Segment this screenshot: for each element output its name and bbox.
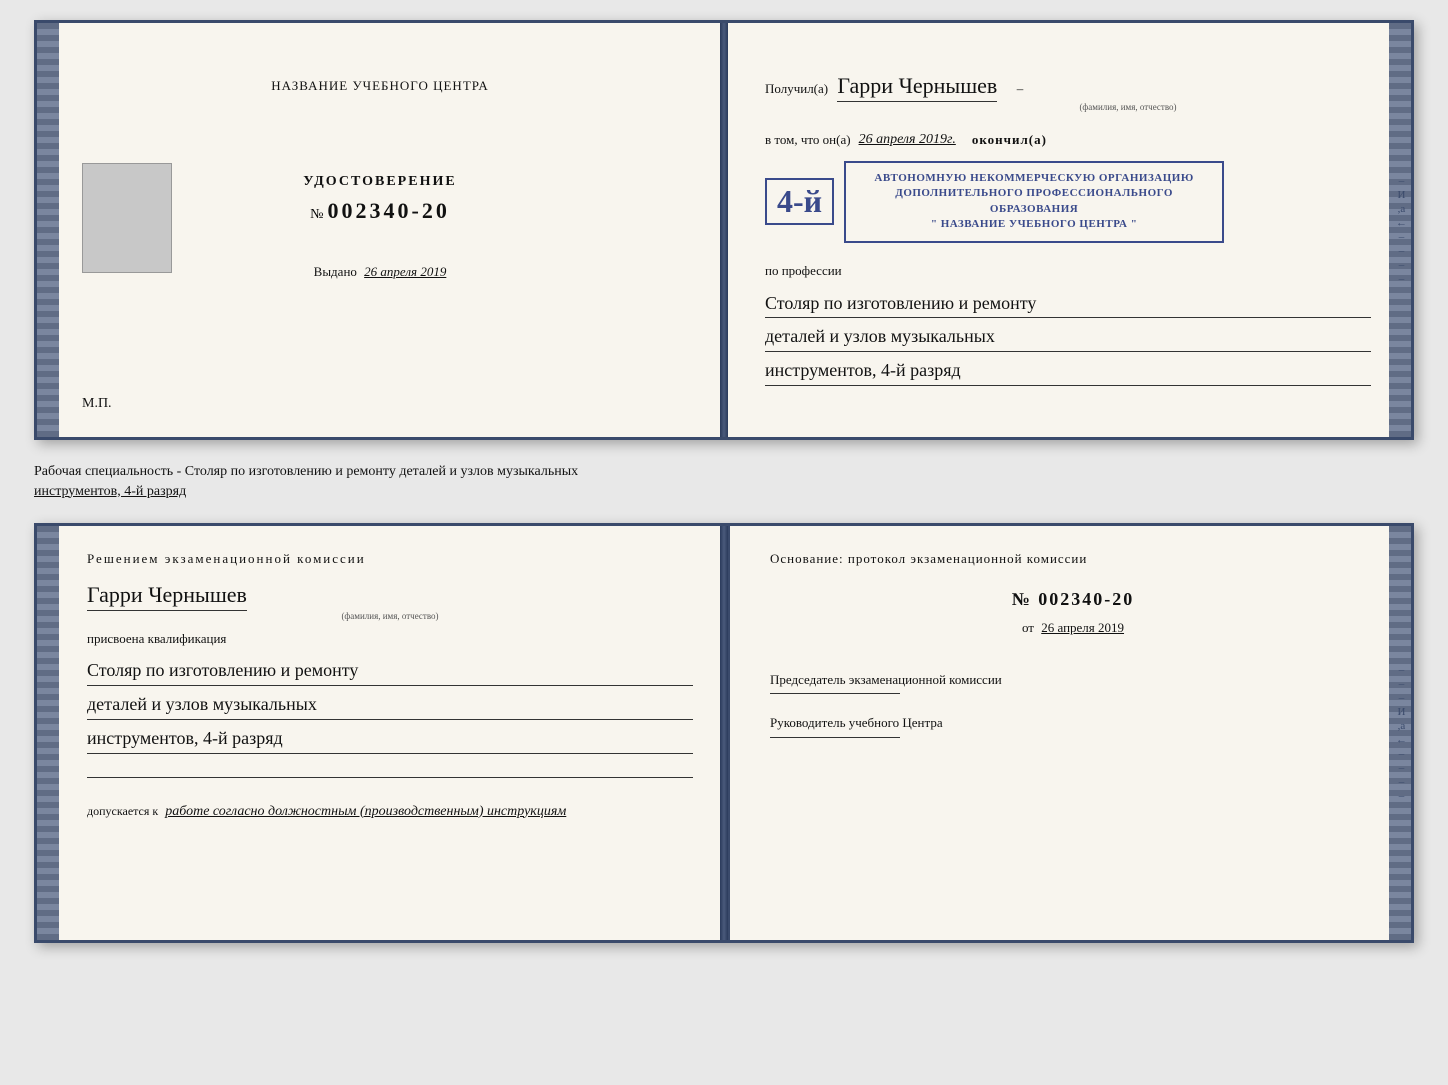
protokol-number: № 002340-20 bbox=[1012, 589, 1135, 609]
vtom-date: 26 апреля 2019г. bbox=[859, 132, 956, 148]
recipient-name: Гарри Чернышев bbox=[837, 73, 997, 102]
number-label: № bbox=[310, 207, 323, 222]
prisvoena-label: присвоена квалификация bbox=[87, 631, 693, 647]
ot-date-block: от 26 апреля 2019 bbox=[770, 620, 1376, 636]
bottom-side-letters: –––И,а←–––– bbox=[1396, 664, 1407, 802]
vydano-label: Выдано bbox=[314, 264, 357, 279]
bottom-book-spine bbox=[720, 526, 728, 940]
bottom-left-border bbox=[37, 526, 59, 940]
certificate-type: УДОСТОВЕРЕНИЕ bbox=[303, 174, 456, 190]
vydano-date: 26 апреля 2019 bbox=[364, 264, 446, 279]
between-text: Рабочая специальность - Столяр по изгото… bbox=[34, 456, 1414, 507]
bottom-recipient-name: Гарри Чернышев bbox=[87, 582, 247, 611]
certificate-block: УДОСТОВЕРЕНИЕ № 002340-20 bbox=[303, 174, 456, 224]
mp-label: М.П. bbox=[82, 396, 112, 412]
komissia-title: Решением экзаменационной комиссии bbox=[87, 551, 693, 567]
bottom-right-page: Основание: протокол экзаменационной коми… bbox=[730, 526, 1411, 940]
rukovoditel-signature-line bbox=[770, 737, 900, 738]
predsedatel-signature-line bbox=[770, 693, 900, 694]
profession-line2: деталей и узлов музыкальных bbox=[765, 322, 1371, 352]
rukovoditel-block: Руководитель учебного Центра bbox=[770, 714, 1376, 737]
top-left-page: НАЗВАНИЕ УЧЕБНОГО ЦЕНТРА УДОСТОВЕРЕНИЕ №… bbox=[37, 23, 725, 437]
certificate-number: 002340-20 bbox=[328, 198, 450, 223]
top-right-page: Получил(а) Гарри Чернышев – (фамилия, им… bbox=[725, 23, 1411, 437]
predsedatel-block: Председатель экзаменационной комиссии bbox=[770, 671, 1376, 694]
side-letters: –И,а←–––– bbox=[1396, 175, 1407, 285]
stamp-box: АВТОНОМНУЮ НЕКОММЕРЧЕСКУЮ ОРГАНИЗАЦИЮ ДО… bbox=[844, 161, 1224, 243]
qual-line2: деталей и узлов музыкальных bbox=[87, 690, 693, 720]
stamp-area: 4-й АВТОНОМНУЮ НЕКОММЕРЧЕСКУЮ ОРГАНИЗАЦИ… bbox=[765, 153, 1371, 251]
photo-placeholder bbox=[82, 163, 172, 273]
stamp-grade: 4-й bbox=[765, 178, 834, 225]
vtom-line: в том, что он(а) 26 апреля 2019г. окончи… bbox=[765, 132, 1371, 148]
okончил-label: окончил(а) bbox=[972, 132, 1047, 148]
bottom-recipient-block: Гарри Чернышев (фамилия, имя, отчество) bbox=[87, 582, 693, 621]
bottom-left-page: Решением экзаменационной комиссии Гарри … bbox=[37, 526, 730, 940]
name-subline: (фамилия, имя, отчество) bbox=[885, 102, 1371, 112]
blank-line-1 bbox=[87, 760, 693, 778]
top-certificate-book: НАЗВАНИЕ УЧЕБНОГО ЦЕНТРА УДОСТОВЕРЕНИЕ №… bbox=[34, 20, 1414, 440]
dopuskaetsya-block: допускается к работе согласно должностны… bbox=[87, 804, 693, 820]
osnovaniye-label: Основание: протокол экзаменационной коми… bbox=[770, 551, 1376, 567]
received-label: Получил(а) Гарри Чернышев – (фамилия, им… bbox=[765, 73, 1371, 112]
book-spine bbox=[720, 23, 728, 437]
qual-line3: инструментов, 4-й разряд bbox=[87, 724, 693, 754]
qual-line1: Столяр по изготовлению и ремонту bbox=[87, 656, 693, 686]
dopuskaetsya-text: работе согласно должностным (производств… bbox=[165, 804, 566, 819]
bottom-certificate-book: Решением экзаменационной комиссии Гарри … bbox=[34, 523, 1414, 943]
ot-date: 26 апреля 2019 bbox=[1041, 620, 1124, 635]
profession-block: Столяр по изготовлению и ремонту деталей… bbox=[765, 285, 1371, 386]
school-name-title: НАЗВАНИЕ УЧЕБНОГО ЦЕНТРА bbox=[271, 78, 488, 94]
vydano-line: Выдано 26 апреля 2019 bbox=[314, 264, 447, 280]
protokol-number-block: № 002340-20 bbox=[770, 589, 1376, 610]
left-border-decoration bbox=[37, 23, 59, 437]
profession-line1: Столяр по изготовлению и ремонту bbox=[765, 289, 1371, 319]
po-professii-label: по профессии bbox=[765, 263, 1371, 279]
bottom-name-subline: (фамилия, имя, отчество) bbox=[87, 611, 693, 621]
qualification-block: Столяр по изготовлению и ремонту деталей… bbox=[87, 652, 693, 753]
profession-line3: инструментов, 4-й разряд bbox=[765, 356, 1371, 386]
